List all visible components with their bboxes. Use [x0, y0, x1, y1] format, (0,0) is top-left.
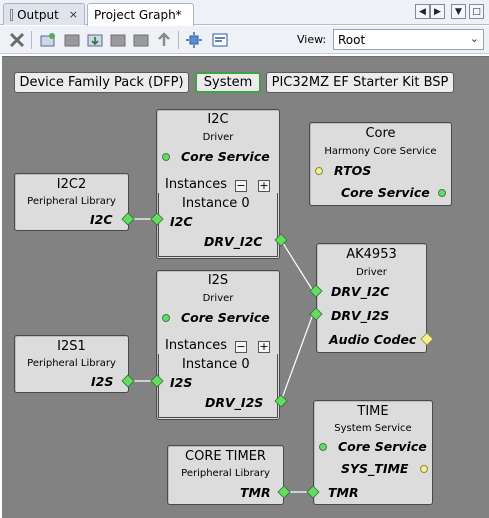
node-subtitle: Peripheral Library: [27, 196, 116, 207]
port-i2s: I2S: [170, 375, 193, 390]
port-drv-i2c: DRV_I2C: [331, 284, 390, 299]
connector-yellow-icon[interactable]: [420, 465, 428, 473]
node-subtitle: Driver: [202, 132, 234, 143]
connector-green-icon[interactable]: [438, 189, 446, 197]
ungroup-icon[interactable]: [131, 30, 151, 50]
port-core-service: Core Service: [341, 185, 430, 200]
instance-label: Instance 0: [179, 196, 253, 211]
dfp-button[interactable]: Device Family Pack (DFP): [14, 72, 189, 93]
port-sys-time: SYS_TIME: [341, 461, 409, 476]
plus-icon[interactable]: +: [258, 341, 270, 353]
port-i2c: I2C: [90, 212, 113, 227]
port-rtos: RTOS: [334, 163, 372, 178]
tab-output-label: Output: [17, 7, 59, 22]
view-select-value: Root: [338, 32, 366, 47]
port-drv-i2s: DRV_I2S: [205, 395, 264, 410]
port-tmr: TMR: [328, 485, 359, 500]
tab-scroll-right-icon[interactable]: ▶: [430, 4, 445, 19]
node-title: I2C: [207, 112, 229, 127]
tab-project-graph-label: Project Graph*: [94, 8, 182, 22]
tab-project-graph[interactable]: Project Graph*: [87, 3, 194, 26]
view-select[interactable]: Root ⌄: [333, 29, 484, 50]
node-subtitle: System Service: [334, 423, 412, 434]
up-arrow-icon[interactable]: [154, 30, 174, 50]
node-time[interactable]: TIME System Service Core Service SYS_TIM…: [313, 400, 433, 505]
minus-icon[interactable]: −: [235, 341, 247, 353]
connector-yellow-icon[interactable]: [315, 167, 323, 175]
node-title: Core: [365, 126, 396, 141]
tab-scroll-left-icon[interactable]: ◀: [415, 4, 430, 19]
fit-to-view-icon[interactable]: [184, 30, 204, 50]
node-i2c-driver[interactable]: I2C Driver Core Service Instances − + In…: [156, 109, 280, 259]
port-i2c: I2C: [170, 214, 193, 229]
port-core-service: Core Service: [181, 310, 270, 325]
delete-icon[interactable]: [7, 30, 27, 50]
connector-green-icon[interactable]: [162, 153, 170, 161]
bsp-button[interactable]: PIC32MZ EF Starter Kit BSP: [266, 72, 454, 93]
add-component-icon[interactable]: [38, 30, 58, 50]
toolbar-separator: [31, 31, 32, 49]
node-subtitle: Peripheral Library: [181, 468, 270, 479]
output-icon: [10, 8, 14, 21]
maximize-icon[interactable]: □: [469, 4, 484, 19]
node-core-timer[interactable]: CORE TIMER Peripheral Library TMR: [167, 445, 284, 505]
connector-green-icon[interactable]: [162, 314, 170, 322]
view-label: View:: [297, 33, 327, 46]
port-audio-codec: Audio Codec: [329, 332, 417, 347]
node-i2s-driver[interactable]: I2S Driver Core Service Instances − + In…: [156, 270, 280, 420]
port-drv-i2c: DRV_I2C: [204, 234, 263, 249]
node-title: CORE TIMER: [185, 449, 266, 464]
node-title: I2S: [207, 273, 229, 288]
node-subtitle: Driver: [356, 267, 387, 278]
node-i2c2[interactable]: I2C2 Peripheral Library I2C: [14, 173, 129, 231]
port-drv-i2s: DRV_I2S: [331, 308, 390, 323]
node-title: TIME: [357, 404, 389, 419]
minus-icon[interactable]: −: [235, 180, 247, 192]
group-icon[interactable]: [108, 30, 128, 50]
layout-icon[interactable]: [210, 30, 230, 50]
tab-bar: Output × Project Graph* ◀ ▶ ▼ □: [0, 0, 489, 26]
instances-label: Instances: [165, 338, 228, 353]
instance-label: Instance 0: [179, 357, 253, 372]
node-core[interactable]: Core Harmony Core Service RTOS Core Serv…: [309, 122, 452, 206]
node-ak4953[interactable]: AK4953 Driver DRV_I2C DRV_I2S Audio Code…: [316, 243, 427, 353]
port-core-service: Core Service: [338, 439, 427, 454]
node-title: AK4953: [346, 247, 397, 262]
plus-icon[interactable]: +: [258, 180, 270, 192]
port-tmr: TMR: [240, 485, 271, 500]
toolbar-separator: [178, 31, 179, 49]
node-title: I2S1: [57, 339, 86, 354]
import-icon[interactable]: [85, 30, 105, 50]
port-core-service: Core Service: [181, 149, 270, 164]
remove-component-icon[interactable]: [62, 30, 82, 50]
node-i2s1[interactable]: I2S1 Peripheral Library I2S: [14, 335, 129, 393]
connector-green-icon[interactable]: [319, 443, 327, 451]
node-title: I2C2: [56, 177, 87, 192]
tab-list-dropdown-icon[interactable]: ▼: [451, 4, 466, 19]
port-i2s: I2S: [91, 374, 114, 389]
node-subtitle: Driver: [202, 293, 234, 304]
system-button[interactable]: System: [195, 72, 261, 93]
project-graph-window: Output × Project Graph* ◀ ▶ ▼ □ View: Ro…: [0, 0, 489, 518]
close-icon[interactable]: ×: [69, 8, 78, 21]
node-subtitle: Harmony Core Service: [324, 146, 437, 157]
node-subtitle: Peripheral Library: [27, 358, 116, 369]
chevron-down-icon: ⌄: [469, 32, 479, 45]
tab-output[interactable]: Output ×: [3, 3, 85, 25]
instances-label: Instances: [165, 177, 228, 192]
